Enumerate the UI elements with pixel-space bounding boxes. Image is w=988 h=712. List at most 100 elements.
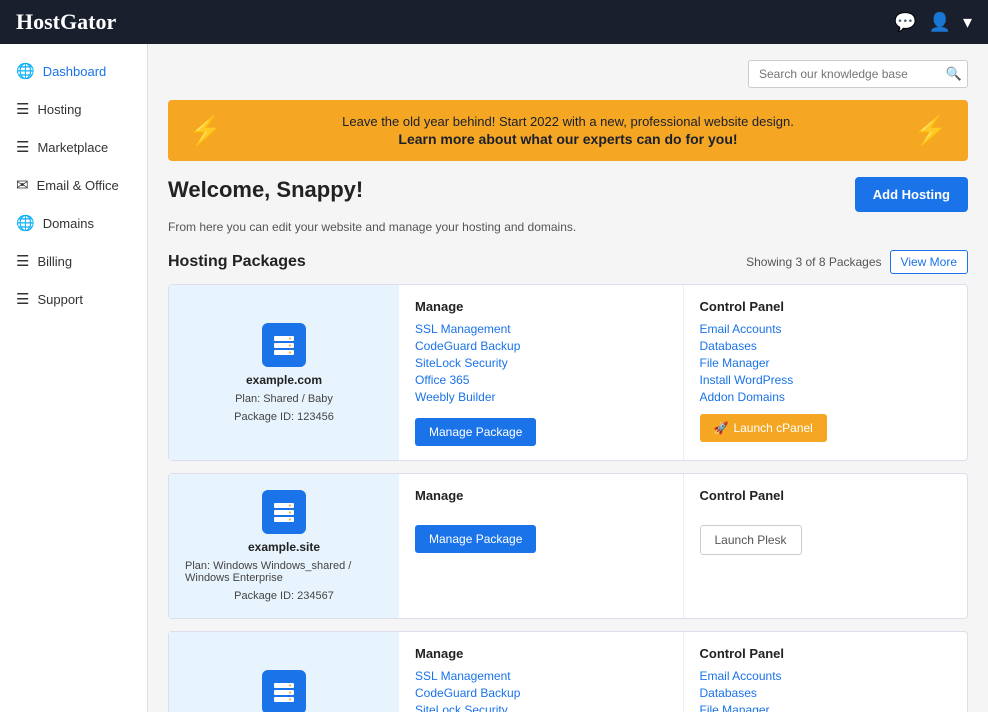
package-control-panel: Control Panel Email Accounts Databases Fil… (684, 285, 968, 460)
main-content: 🔍 ⚡ Leave the old year behind! Start 202… (148, 44, 988, 712)
view-more-button[interactable]: View More (890, 250, 968, 274)
sidebar-item-support[interactable]: ☰ Support (0, 280, 147, 318)
search-icon[interactable]: 🔍 (946, 66, 962, 82)
sidebar-item-hosting[interactable]: ☰ Hosting (0, 90, 147, 128)
sidebar-label-email: Email & Office (37, 178, 119, 193)
search-input[interactable] (748, 60, 968, 88)
promo-banner: ⚡ Leave the old year behind! Start 2022 … (168, 100, 968, 161)
welcome-section: Welcome, Snappy! Add Hosting (168, 177, 968, 212)
sidebar-item-marketplace[interactable]: ☰ Marketplace (0, 128, 147, 166)
logo: HostGator (16, 9, 116, 35)
control-panel-links: Email AccountsDatabasesFile ManagerInsta… (700, 669, 952, 712)
control-panel-links: Email Accounts Databases File Manager Insta… (700, 322, 952, 404)
sidebar-label-support: Support (37, 292, 83, 307)
manage-link[interactable]: SiteLock Security (415, 703, 667, 712)
launch-plesk-button[interactable]: Launch Plesk (700, 525, 802, 555)
billing-icon: ☰ (16, 252, 29, 270)
control-panel-title: Control Panel (700, 299, 952, 314)
server-svg (272, 680, 296, 704)
package-control-panel: Control Panel Email Accounts Databases Fil… (684, 632, 968, 712)
welcome-subtitle: From here you can edit your website and … (168, 220, 968, 234)
package-info: example.com Plan: Shared / Baby Package … (169, 285, 399, 460)
cp-link[interactable]: Email Accounts (700, 669, 952, 683)
chat-icon[interactable]: 💬 (894, 12, 916, 33)
control-panel-title: Control Panel (700, 488, 952, 503)
sidebar-item-domains[interactable]: 🌐 Domains (0, 204, 147, 242)
manage-link[interactable]: Office 365 (415, 373, 667, 387)
package-info: example.site Plan: Windows Windows_share… (169, 474, 399, 618)
banner-line1: Leave the old year behind! Start 2022 wi… (342, 114, 794, 129)
cp-link[interactable]: File Manager (700, 703, 952, 712)
nav-icons: 💬 👤 ▾ (894, 12, 972, 33)
server-svg (272, 500, 296, 524)
support-icon: ☰ (16, 290, 29, 308)
sidebar-label-dashboard: Dashboard (43, 64, 107, 79)
sidebar-label-domains: Domains (43, 216, 94, 231)
cp-link[interactable]: Addon Domains (700, 390, 952, 404)
email-icon: ✉ (16, 176, 29, 194)
cp-link[interactable]: Databases (700, 339, 952, 353)
sidebar-item-billing[interactable]: ☰ Billing (0, 242, 147, 280)
manage-link[interactable]: Weebly Builder (415, 390, 667, 404)
pkg-domain: example.site (248, 540, 320, 554)
pkg-id: Package ID: 234567 (234, 590, 334, 602)
package-control-panel: Control Panel Launch Plesk (684, 474, 968, 618)
package-card: example.site Plan: Windows Windows_share… (168, 473, 968, 619)
manage-link[interactable]: CodeGuard Backup (415, 339, 667, 353)
lightning-left-icon: ⚡ (188, 114, 223, 147)
domains-icon: 🌐 (16, 214, 35, 232)
cp-link[interactable]: File Manager (700, 356, 952, 370)
server-icon-wrap (262, 670, 306, 712)
cp-link[interactable]: Install WordPress (700, 373, 952, 387)
welcome-text-block: Welcome, Snappy! (168, 177, 363, 203)
manage-links: SSL Management CodeGuard Backup SiteLock S… (415, 322, 667, 404)
packages-container: example.com Plan: Shared / Baby Package … (168, 284, 968, 712)
package-manage: Manage SSL Management CodeGuard Backup Sit… (399, 632, 684, 712)
cp-link[interactable]: Email Accounts (700, 322, 952, 336)
package-card: example.com Plan: Shared / Baby Package … (168, 284, 968, 461)
packages-header: Hosting Packages Showing 3 of 8 Packages… (168, 250, 968, 274)
package-card: example.net Plan: Shared / Business Pack… (168, 631, 968, 712)
sidebar: 🌐 Dashboard ☰ Hosting ☰ Marketplace ✉ Em… (0, 44, 148, 712)
launch-cpanel-button[interactable]: 🚀 Launch cPanel (700, 414, 827, 442)
cp-link[interactable]: Databases (700, 686, 952, 700)
dashboard-icon: 🌐 (16, 62, 35, 80)
sidebar-item-dashboard[interactable]: 🌐 Dashboard (0, 52, 147, 90)
search-wrap: 🔍 (748, 60, 968, 88)
sidebar-label-hosting: Hosting (37, 102, 81, 117)
lightning-right-icon: ⚡ (913, 114, 948, 147)
packages-meta: Showing 3 of 8 Packages View More (746, 250, 968, 274)
add-hosting-button[interactable]: Add Hosting (855, 177, 968, 212)
manage-package-button[interactable]: Manage Package (415, 418, 536, 446)
control-panel-title: Control Panel (700, 646, 952, 661)
manage-title: Manage (415, 488, 667, 503)
pkg-domain: example.com (246, 373, 322, 387)
sidebar-item-email-office[interactable]: ✉ Email & Office (0, 166, 147, 204)
banner-text: Leave the old year behind! Start 2022 wi… (239, 114, 897, 147)
manage-title: Manage (415, 299, 667, 314)
server-icon-wrap (262, 323, 306, 367)
user-icon[interactable]: 👤 (929, 12, 951, 33)
packages-title: Hosting Packages (168, 253, 306, 271)
banner-line2: Learn more about what our experts can do… (239, 131, 897, 147)
pkg-plan: Plan: Windows Windows_shared / Windows E… (185, 560, 383, 584)
marketplace-icon: ☰ (16, 138, 29, 156)
pkg-id: Package ID: 123456 (234, 411, 334, 423)
rocket-icon: 🚀 (714, 421, 729, 435)
packages-count: Showing 3 of 8 Packages (746, 255, 881, 269)
manage-link[interactable]: CodeGuard Backup (415, 686, 667, 700)
search-bar: 🔍 (168, 60, 968, 88)
sidebar-label-marketplace: Marketplace (37, 140, 108, 155)
main-layout: 🌐 Dashboard ☰ Hosting ☰ Marketplace ✉ Em… (0, 44, 988, 712)
dropdown-icon[interactable]: ▾ (963, 12, 972, 33)
pkg-plan: Plan: Shared / Baby (235, 393, 333, 405)
manage-links: SSL Management CodeGuard Backup SiteLock S… (415, 669, 667, 712)
manage-link[interactable]: SSL Management (415, 669, 667, 683)
manage-link[interactable]: SiteLock Security (415, 356, 667, 370)
manage-title: Manage (415, 646, 667, 661)
sidebar-label-billing: Billing (37, 254, 72, 269)
manage-package-button[interactable]: Manage Package (415, 525, 536, 553)
package-manage: Manage SSL Management CodeGuard Backup Sit… (399, 285, 684, 460)
server-icon-wrap (262, 490, 306, 534)
manage-link[interactable]: SSL Management (415, 322, 667, 336)
